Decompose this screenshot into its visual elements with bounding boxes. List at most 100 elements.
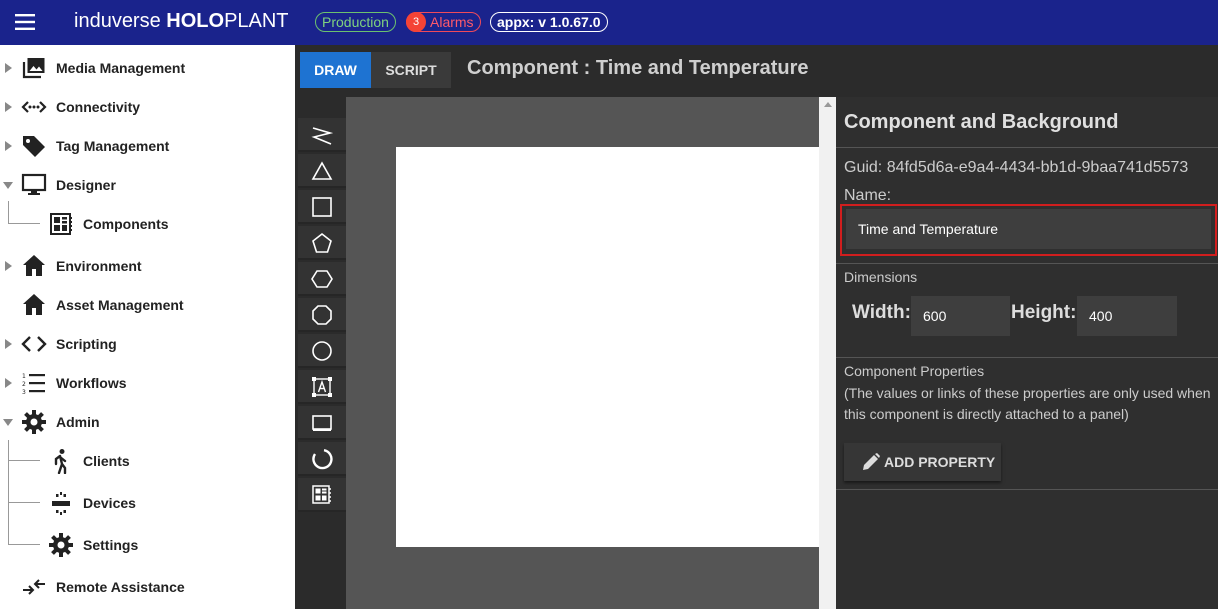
octagon-tool[interactable]: [298, 298, 346, 332]
sidebar-item-designer[interactable]: Designer: [0, 167, 295, 203]
pencil-icon: [863, 453, 880, 470]
sidebar-item-settings[interactable]: Settings: [0, 527, 295, 563]
sidebar-item-media-management[interactable]: Media Management: [0, 50, 295, 86]
alarms-label: Alarms: [430, 14, 474, 30]
divider: [836, 357, 1218, 358]
sidebar-item-remote-assistance[interactable]: Remote Assistance: [0, 569, 295, 605]
canvas-scrollbar[interactable]: [819, 97, 836, 609]
sidebar-nav: Media Management Connectivity Tag Manage…: [0, 45, 295, 609]
circle-icon: [312, 341, 332, 361]
circle-tool[interactable]: [298, 334, 346, 368]
name-label: Name:: [844, 187, 892, 204]
sidebar-item-environment[interactable]: Environment: [0, 248, 295, 284]
width-input[interactable]: [911, 296, 1010, 336]
sidebar-item-components[interactable]: Components: [0, 206, 295, 242]
hamburger-menu-icon[interactable]: [15, 13, 35, 31]
display-icon: [312, 415, 332, 431]
text-tool[interactable]: [298, 370, 346, 404]
sidebar-item-label: Media Management: [56, 60, 186, 76]
design-canvas-viewport[interactable]: [346, 97, 819, 609]
alarms-badge[interactable]: 3 Alarms: [406, 12, 481, 32]
app-brand: induverse HOLOPLANT: [74, 10, 289, 32]
version-badge: appx: v 1.0.67.0: [490, 12, 608, 32]
home-icon: [23, 255, 45, 276]
collapse-arrow-icon[interactable]: [3, 182, 13, 189]
device-icon: [52, 492, 70, 515]
tag-icon: [23, 136, 45, 157]
guid-text: Guid: 84fd5d6a-e9a4-4434-bb1d-9baa741d55…: [844, 159, 1189, 176]
hexagon-tool[interactable]: [298, 262, 346, 296]
text-icon: [312, 377, 332, 397]
code-icon: [21, 336, 47, 352]
sidebar-item-clients[interactable]: Clients: [0, 443, 295, 479]
expand-arrow-icon[interactable]: [5, 339, 12, 349]
display-tool[interactable]: [298, 406, 346, 440]
sidebar-item-label: Designer: [56, 177, 116, 193]
component-tool[interactable]: [298, 478, 346, 512]
home-icon: [23, 294, 45, 315]
component-properties-label: Component Properties: [844, 363, 985, 379]
tab-script[interactable]: SCRIPT: [371, 52, 451, 88]
rectangle-icon: [312, 197, 332, 217]
alarm-count: 3: [406, 12, 426, 32]
sidebar-item-label: Tag Management: [56, 138, 170, 154]
properties-panel: Component and Background Guid: 84fd5d6a-…: [836, 97, 1218, 609]
collapse-arrow-icon[interactable]: [3, 419, 13, 426]
polyline-tool[interactable]: [298, 118, 346, 152]
list-icon: 1 2 3: [22, 373, 45, 396]
sidebar-item-connectivity[interactable]: Connectivity: [0, 89, 295, 125]
expand-arrow-icon[interactable]: [5, 63, 12, 73]
divider: [836, 263, 1218, 264]
gear-icon: [49, 533, 73, 557]
gear-icon: [22, 410, 46, 434]
sidebar-item-label: Components: [83, 216, 169, 232]
sidebar-item-label: Workflows: [56, 375, 127, 391]
drawing-toolbar: [296, 97, 346, 609]
svg-text:3: 3: [22, 389, 26, 396]
sidebar-item-label: Remote Assistance: [56, 579, 185, 595]
polyline-icon: [311, 127, 333, 145]
component-properties-description: (The values or links of these properties…: [844, 385, 1211, 422]
component-icon: [312, 485, 331, 504]
svg-text:2: 2: [22, 381, 26, 388]
expand-arrow-icon[interactable]: [5, 141, 12, 151]
sidebar-item-label: Scripting: [56, 336, 117, 352]
triangle-icon: [311, 161, 333, 180]
pentagon-icon: [312, 232, 332, 253]
sidebar-item-scripting[interactable]: Scripting: [0, 326, 295, 362]
component-canvas[interactable]: [396, 147, 819, 547]
sidebar-item-label: Devices: [83, 495, 136, 511]
height-input[interactable]: [1077, 296, 1177, 336]
editor-header: DRAW SCRIPT Component : Time and Tempera…: [296, 45, 1218, 97]
arc-tool[interactable]: [298, 442, 346, 476]
panel-title: Component and Background: [844, 111, 1119, 133]
height-label: Height:: [1011, 302, 1077, 323]
dimensions-label: Dimensions: [844, 269, 918, 285]
monitor-icon: [21, 173, 47, 195]
tab-draw[interactable]: DRAW: [300, 52, 371, 88]
divider: [836, 147, 1218, 148]
add-property-label: ADD PROPERTY: [884, 454, 996, 470]
image-icon: [22, 58, 45, 79]
swap-icon: [23, 579, 45, 595]
hexagon-icon: [311, 270, 333, 288]
add-property-button[interactable]: ADD PROPERTY: [844, 443, 1001, 481]
expand-arrow-icon[interactable]: [5, 378, 12, 388]
triangle-tool[interactable]: [298, 154, 346, 188]
expand-arrow-icon[interactable]: [5, 261, 12, 271]
expand-arrow-icon[interactable]: [5, 102, 12, 112]
sidebar-item-devices[interactable]: Devices: [0, 485, 295, 521]
pentagon-tool[interactable]: [298, 226, 346, 260]
connectivity-icon: [21, 101, 47, 113]
rectangle-tool[interactable]: [298, 190, 346, 224]
sidebar-item-asset-management[interactable]: Asset Management: [0, 287, 295, 323]
page-title: Component : Time and Temperature: [467, 57, 809, 79]
scroll-up-icon[interactable]: [824, 102, 832, 107]
environment-badge[interactable]: Production: [315, 12, 396, 32]
sidebar-item-admin[interactable]: Admin: [0, 404, 295, 440]
divider: [836, 489, 1218, 490]
name-input[interactable]: [846, 209, 1211, 249]
sidebar-item-label: Clients: [83, 453, 130, 469]
sidebar-item-workflows[interactable]: 1 2 3 Workflows: [0, 365, 295, 401]
sidebar-item-tag-management[interactable]: Tag Management: [0, 128, 295, 164]
